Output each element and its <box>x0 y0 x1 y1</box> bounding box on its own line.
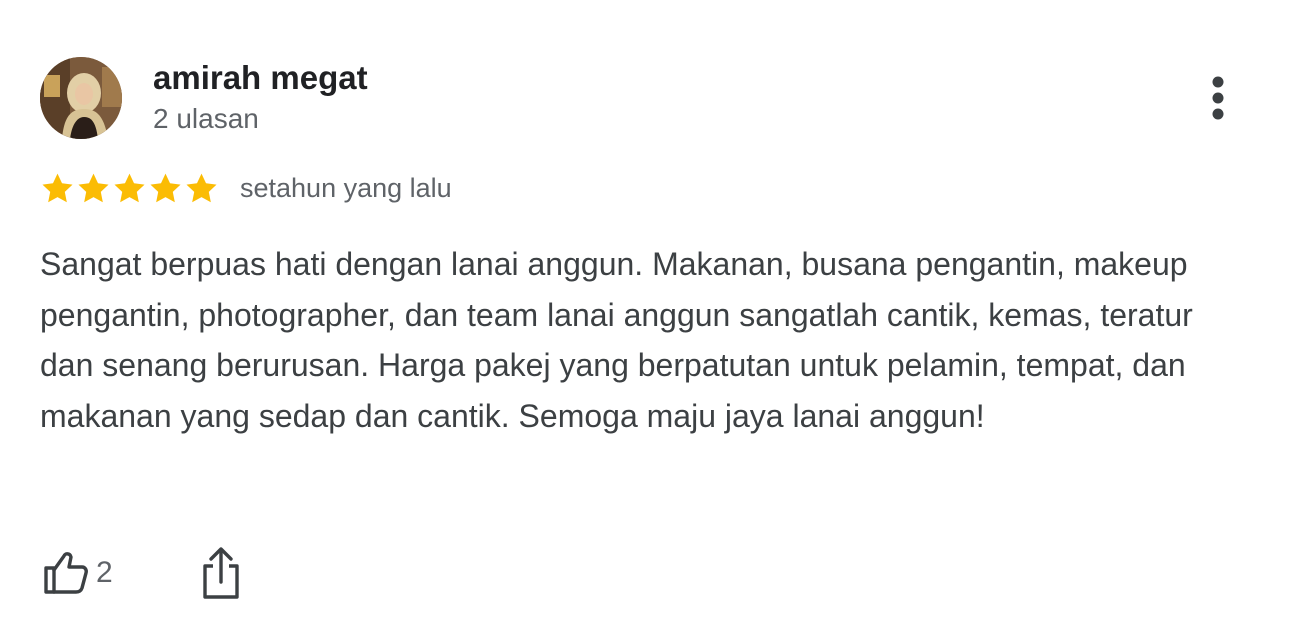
star-rating <box>40 171 219 206</box>
share-button[interactable] <box>201 546 241 600</box>
star-icon <box>78 173 109 202</box>
star-icon <box>186 173 217 202</box>
like-count: 2 <box>96 556 113 589</box>
avatar[interactable] <box>40 57 122 139</box>
rating-row: setahun yang lalu <box>40 169 452 207</box>
review-count: 2 ulasan <box>153 103 259 134</box>
avatar-photo <box>40 57 122 139</box>
reviewer-name[interactable]: amirah megat <box>153 58 368 98</box>
star-icon <box>114 173 145 202</box>
more-options-button[interactable] <box>1196 70 1240 126</box>
review-text: Sangat berpuas hati dengan lanai anggun.… <box>40 246 1193 434</box>
thumb-up-icon <box>44 552 88 594</box>
star-icon <box>150 173 181 202</box>
share-icon <box>202 547 239 599</box>
star-icon <box>42 173 73 202</box>
review-actions: 2 <box>40 544 241 602</box>
review-time: setahun yang lalu <box>240 172 452 203</box>
like-button[interactable]: 2 <box>40 548 113 598</box>
more-vert-icon <box>1212 76 1224 120</box>
